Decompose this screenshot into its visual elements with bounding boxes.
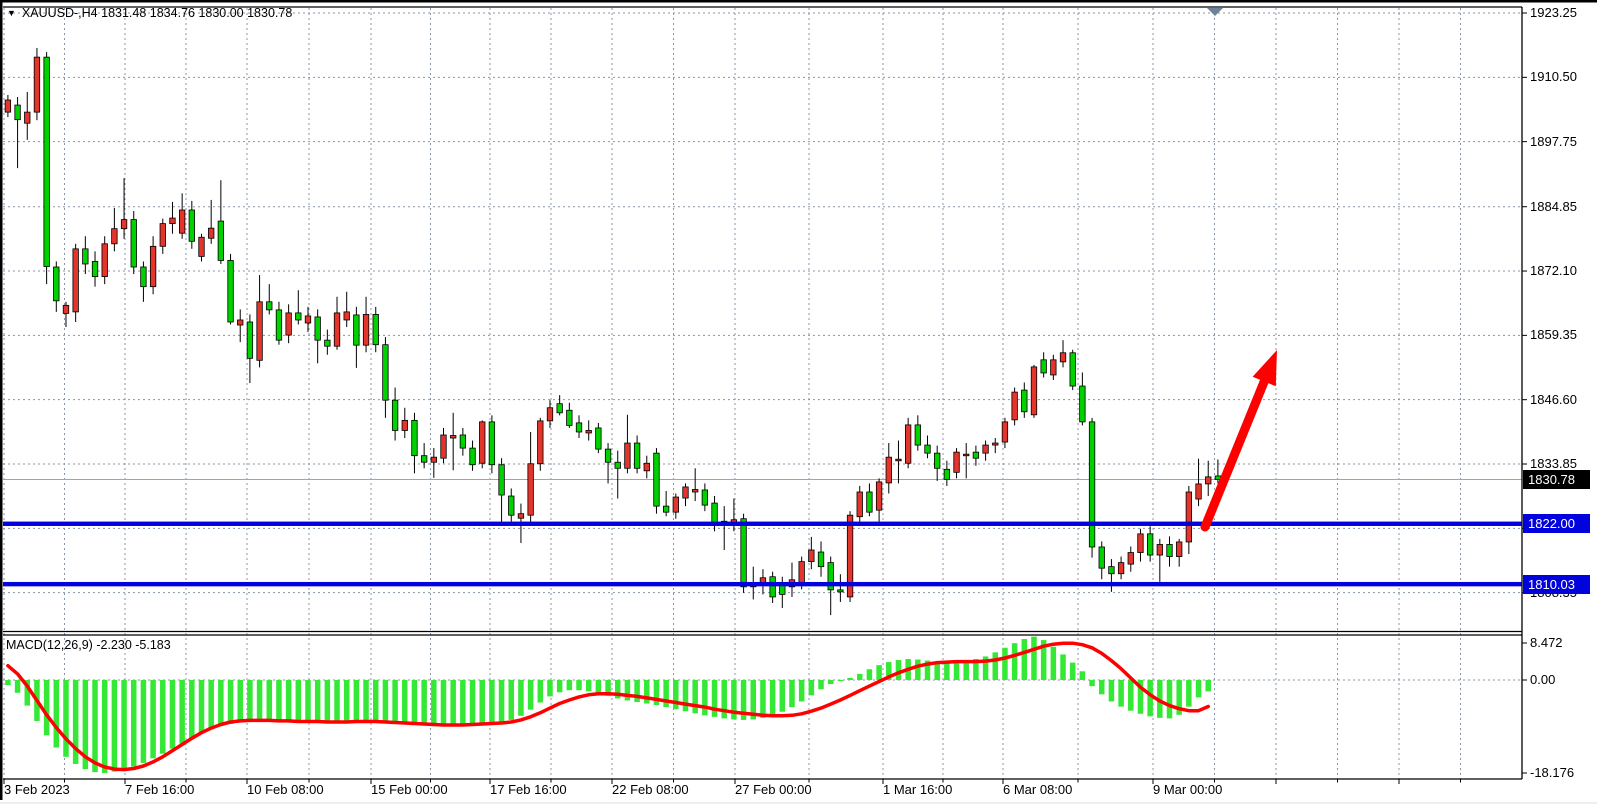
chart-ohlc-readout: 1831.48 1834.76 1830.00 1830.78 [101, 6, 292, 20]
support-level-tag: 1810.03 [1523, 575, 1590, 594]
price-axis-label: 1923.25 [1530, 5, 1577, 21]
resistance-level-tag: 1822.00 [1523, 514, 1590, 533]
time-axis-label: 1 Mar 16:00 [883, 782, 952, 797]
time-axis-label: 3 Feb 2023 [4, 782, 70, 797]
time-axis-label: 27 Feb 00:00 [735, 782, 812, 797]
time-axis-label: 22 Feb 08:00 [612, 782, 689, 797]
time-axis-label: 9 Mar 00:00 [1153, 782, 1222, 797]
price-axis-label: 1910.50 [1530, 69, 1577, 85]
candles-layer [5, 48, 1221, 615]
price-axis-label: 1897.75 [1530, 134, 1577, 150]
time-axis-label: 7 Feb 16:00 [125, 782, 194, 797]
chart-symbol-period: XAUUSD-,H4 [22, 6, 98, 20]
chart-canvas[interactable] [0, 0, 1597, 811]
macd-axis-label: 8.472 [1530, 635, 1563, 651]
mt4-chart-window: ▼ XAUUSD-,H4 1831.48 1834.76 1830.00 1830… [0, 0, 1597, 811]
current-price-tag: 1830.78 [1523, 470, 1590, 489]
trend-arrow[interactable] [1205, 350, 1277, 527]
time-axis-label: 17 Feb 16:00 [490, 782, 567, 797]
time-axis-label: 15 Feb 00:00 [371, 782, 448, 797]
price-axis-label: 1884.85 [1530, 199, 1577, 215]
macd-indicator-label: MACD(12,26,9) -2.230 -5.183 [6, 638, 171, 652]
chart-collapse-icon[interactable]: ▼ [7, 8, 16, 18]
macd-axis-label: 0.00 [1530, 672, 1555, 688]
macd-axis-label: -18.176 [1530, 765, 1574, 781]
macd-signal-value: -5.183 [135, 638, 170, 652]
price-axis-label: 1872.10 [1530, 263, 1577, 279]
chart-shift-marker-icon[interactable] [1207, 8, 1223, 16]
price-axis-label: 1846.60 [1530, 392, 1577, 408]
time-axis-label: 6 Mar 08:00 [1003, 782, 1072, 797]
grid-layer [3, 8, 1522, 779]
macd-main-value: -2.230 [96, 638, 131, 652]
macd-signal-line [8, 643, 1208, 769]
price-axis-label: 1859.35 [1530, 327, 1577, 343]
resistance-line[interactable] [3, 522, 1522, 526]
chart-title: ▼ XAUUSD-,H4 1831.48 1834.76 1830.00 1830… [7, 6, 292, 20]
support-line[interactable] [3, 582, 1522, 586]
time-axis-label: 10 Feb 08:00 [247, 782, 324, 797]
